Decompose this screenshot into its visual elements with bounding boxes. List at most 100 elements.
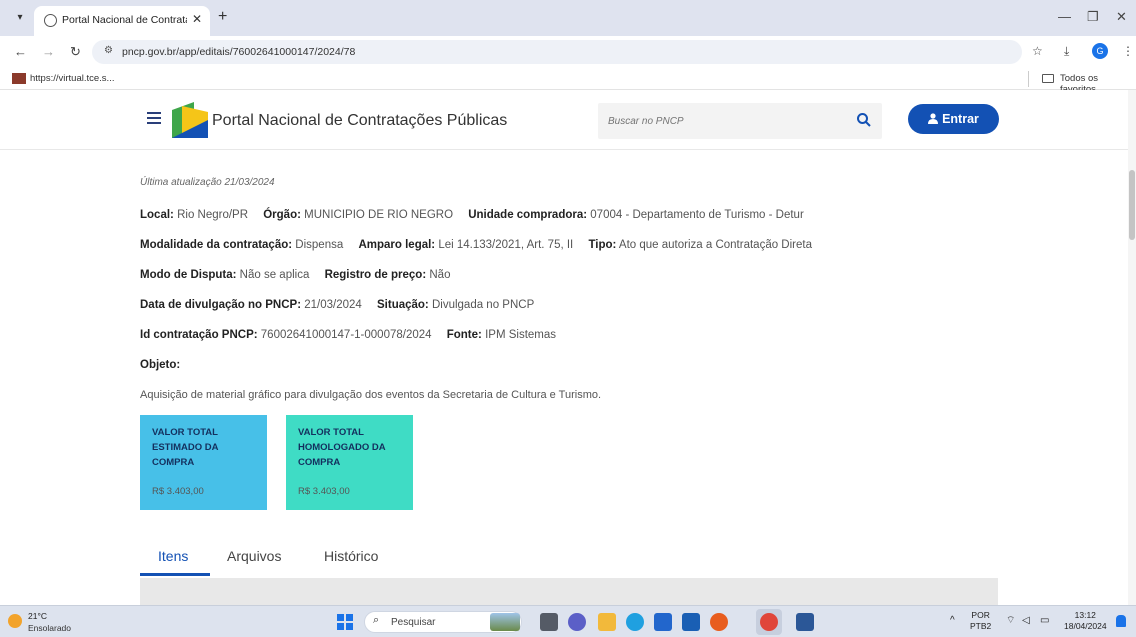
field-value: Lei 14.133/2021, Art. 75, II (438, 239, 574, 251)
field-label: Modo de Disputa: (140, 269, 237, 281)
site-title[interactable]: Portal Nacional de Contratações Públicas (212, 112, 507, 130)
field-label: Amparo legal: (358, 239, 436, 251)
download-icon[interactable]: ⤓ (1064, 44, 1069, 59)
firefox-icon[interactable] (710, 613, 728, 631)
tab-historico[interactable]: Histórico (324, 548, 378, 564)
search-box (598, 103, 882, 139)
mail-icon[interactable] (682, 613, 700, 631)
field-value: Divulgada no PNCP (431, 299, 535, 311)
minimize-icon[interactable]: — (1058, 9, 1071, 24)
reload-icon[interactable]: ↻ (70, 44, 81, 60)
tab-close-icon[interactable]: ✕ (192, 12, 202, 26)
url-text: pncp.gov.br/app/editais/76002641000147/2… (122, 46, 356, 58)
detail-row: Data de divulgação no PNCP: 21/03/2024 S… (140, 299, 534, 311)
weather-temp[interactable]: 21°C (28, 611, 47, 621)
field-value: Não se aplica (239, 269, 310, 281)
tray-overflow-icon[interactable]: ^ (950, 615, 955, 626)
detail-row: Local: Rio Negro/PR Órgão: MUNICIPIO DE … (140, 209, 804, 221)
teams-icon[interactable] (568, 613, 586, 631)
page-scrollbar[interactable] (1128, 90, 1136, 605)
close-window-icon[interactable]: ✕ (1116, 9, 1127, 25)
tab-itens[interactable]: Itens (158, 548, 188, 564)
volume-icon[interactable]: ◁ (1022, 615, 1030, 626)
taskbar: 21°C Ensolarado ⌕ Pesquisar ^ POR PTB2 ⌔… (0, 605, 1136, 637)
weather-condition[interactable]: Ensolarado (28, 623, 71, 633)
tab-title: Portal Nacional de Contrataçõ (62, 14, 187, 26)
word-icon[interactable] (796, 613, 814, 631)
hamburger-menu-icon[interactable] (147, 112, 161, 124)
profile-avatar[interactable]: G (1092, 43, 1108, 59)
card-label: VALOR TOTAL HOMOLOGADO DA COMPRA (298, 427, 386, 468)
field-value: Dispensa (295, 239, 344, 251)
browser-tab-bar: ▾ Portal Nacional de Contrataçõ ✕ + — ❐ … (0, 0, 1136, 36)
weather-sun-icon[interactable] (8, 614, 22, 628)
bookmark-item[interactable]: https://virtual.tce.s... (30, 73, 114, 84)
site-settings-icon[interactable]: ⚙ (104, 45, 113, 56)
items-table-header (140, 578, 998, 605)
taskbar-search-label: Pesquisar (391, 617, 436, 628)
file-explorer-icon[interactable] (598, 613, 616, 631)
field-value: 21/03/2024 (304, 299, 362, 311)
search-icon[interactable] (856, 112, 872, 128)
task-view-icon[interactable] (540, 613, 558, 631)
field-value: Rio Negro/PR (177, 209, 249, 221)
user-icon (928, 113, 939, 124)
widgets-icon[interactable] (490, 613, 520, 631)
field-label: Id contratação PNCP: (140, 329, 258, 341)
edge-icon[interactable] (626, 613, 644, 631)
site-header: Portal Nacional de Contratações Públicas… (0, 90, 1128, 150)
field-label: Local: (140, 209, 174, 221)
pncp-logo[interactable] (172, 102, 208, 138)
address-bar: ← → ↻ ⚙ pncp.gov.br/app/editais/76002641… (0, 36, 1136, 68)
store-icon[interactable] (654, 613, 672, 631)
objeto-text: Aquisição de material gráfico para divul… (140, 389, 602, 401)
globe-icon (44, 14, 57, 27)
screen: ▾ Portal Nacional de Contrataçõ ✕ + — ❐ … (0, 0, 1136, 637)
login-label: Entrar (942, 112, 979, 126)
language: POR (971, 610, 990, 620)
detail-row: Modo de Disputa: Não se aplica Registro … (140, 269, 450, 281)
field-label: Fonte: (446, 329, 482, 341)
time: 13:12 (1074, 610, 1096, 620)
field-label: Data de divulgação no PNCP: (140, 299, 302, 311)
tab-arquivos[interactable]: Arquivos (227, 548, 281, 564)
card-value: R$ 3.403,00 (298, 486, 350, 497)
keyboard-layout: PTB2 (970, 621, 992, 631)
card-value: R$ 3.403,00 (152, 486, 204, 497)
bookmark-favicon-icon (12, 73, 26, 84)
card-label: VALOR TOTAL ESTIMADO DA COMPRA (152, 427, 219, 468)
field-value: MUNICIPIO DE RIO NEGRO (304, 209, 454, 221)
chrome-icon[interactable] (760, 613, 778, 631)
notification-bell-icon[interactable] (1116, 615, 1126, 627)
folder-icon (1042, 74, 1054, 83)
restore-icon[interactable]: ❐ (1087, 9, 1099, 25)
new-tab-icon[interactable]: + (218, 8, 227, 26)
language-indicator[interactable]: POR PTB2 (970, 610, 991, 632)
field-label: Modalidade da contratação: (140, 239, 293, 251)
back-icon[interactable]: ← (14, 44, 27, 59)
bookmarks-bar: https://virtual.tce.s... Todos os favori… (0, 68, 1136, 95)
date: 18/04/2024 (1064, 621, 1107, 631)
battery-icon[interactable]: ▭ (1040, 615, 1049, 626)
browser-tab[interactable]: Portal Nacional de Contrataçõ ✕ (34, 6, 210, 36)
scroll-thumb[interactable] (1129, 170, 1135, 240)
tab-search-chevron-icon[interactable]: ▾ (10, 9, 30, 27)
detail-row: Modalidade da contratação: Dispensa Ampa… (140, 239, 812, 251)
bookmark-star-icon[interactable]: ☆ (1032, 44, 1043, 58)
login-button[interactable]: Entrar (908, 104, 999, 134)
url-field[interactable]: ⚙ pncp.gov.br/app/editais/76002641000147… (92, 40, 1022, 64)
field-value: Ato que autoriza a Contratação Direta (618, 239, 812, 251)
objeto-label: Objeto: (140, 359, 181, 371)
clock[interactable]: 13:12 18/04/2024 (1064, 610, 1107, 632)
search-icon: ⌕ (373, 614, 380, 626)
search-input[interactable] (608, 111, 838, 131)
windows-start-icon[interactable] (337, 614, 353, 630)
field-value: 76002641000147-1-000078/2024 (260, 329, 432, 341)
active-tab-indicator (140, 573, 210, 576)
menu-dots-icon[interactable]: ⋮ (1122, 44, 1134, 58)
homologated-value-card: VALOR TOTAL HOMOLOGADO DA COMPRA R$ 3.40… (286, 415, 413, 510)
field-label: Situação: (377, 299, 429, 311)
wifi-icon[interactable]: ⌔ (1006, 615, 1015, 626)
field-label: Unidade compradora: (468, 209, 588, 221)
forward-icon[interactable]: → (42, 44, 55, 59)
